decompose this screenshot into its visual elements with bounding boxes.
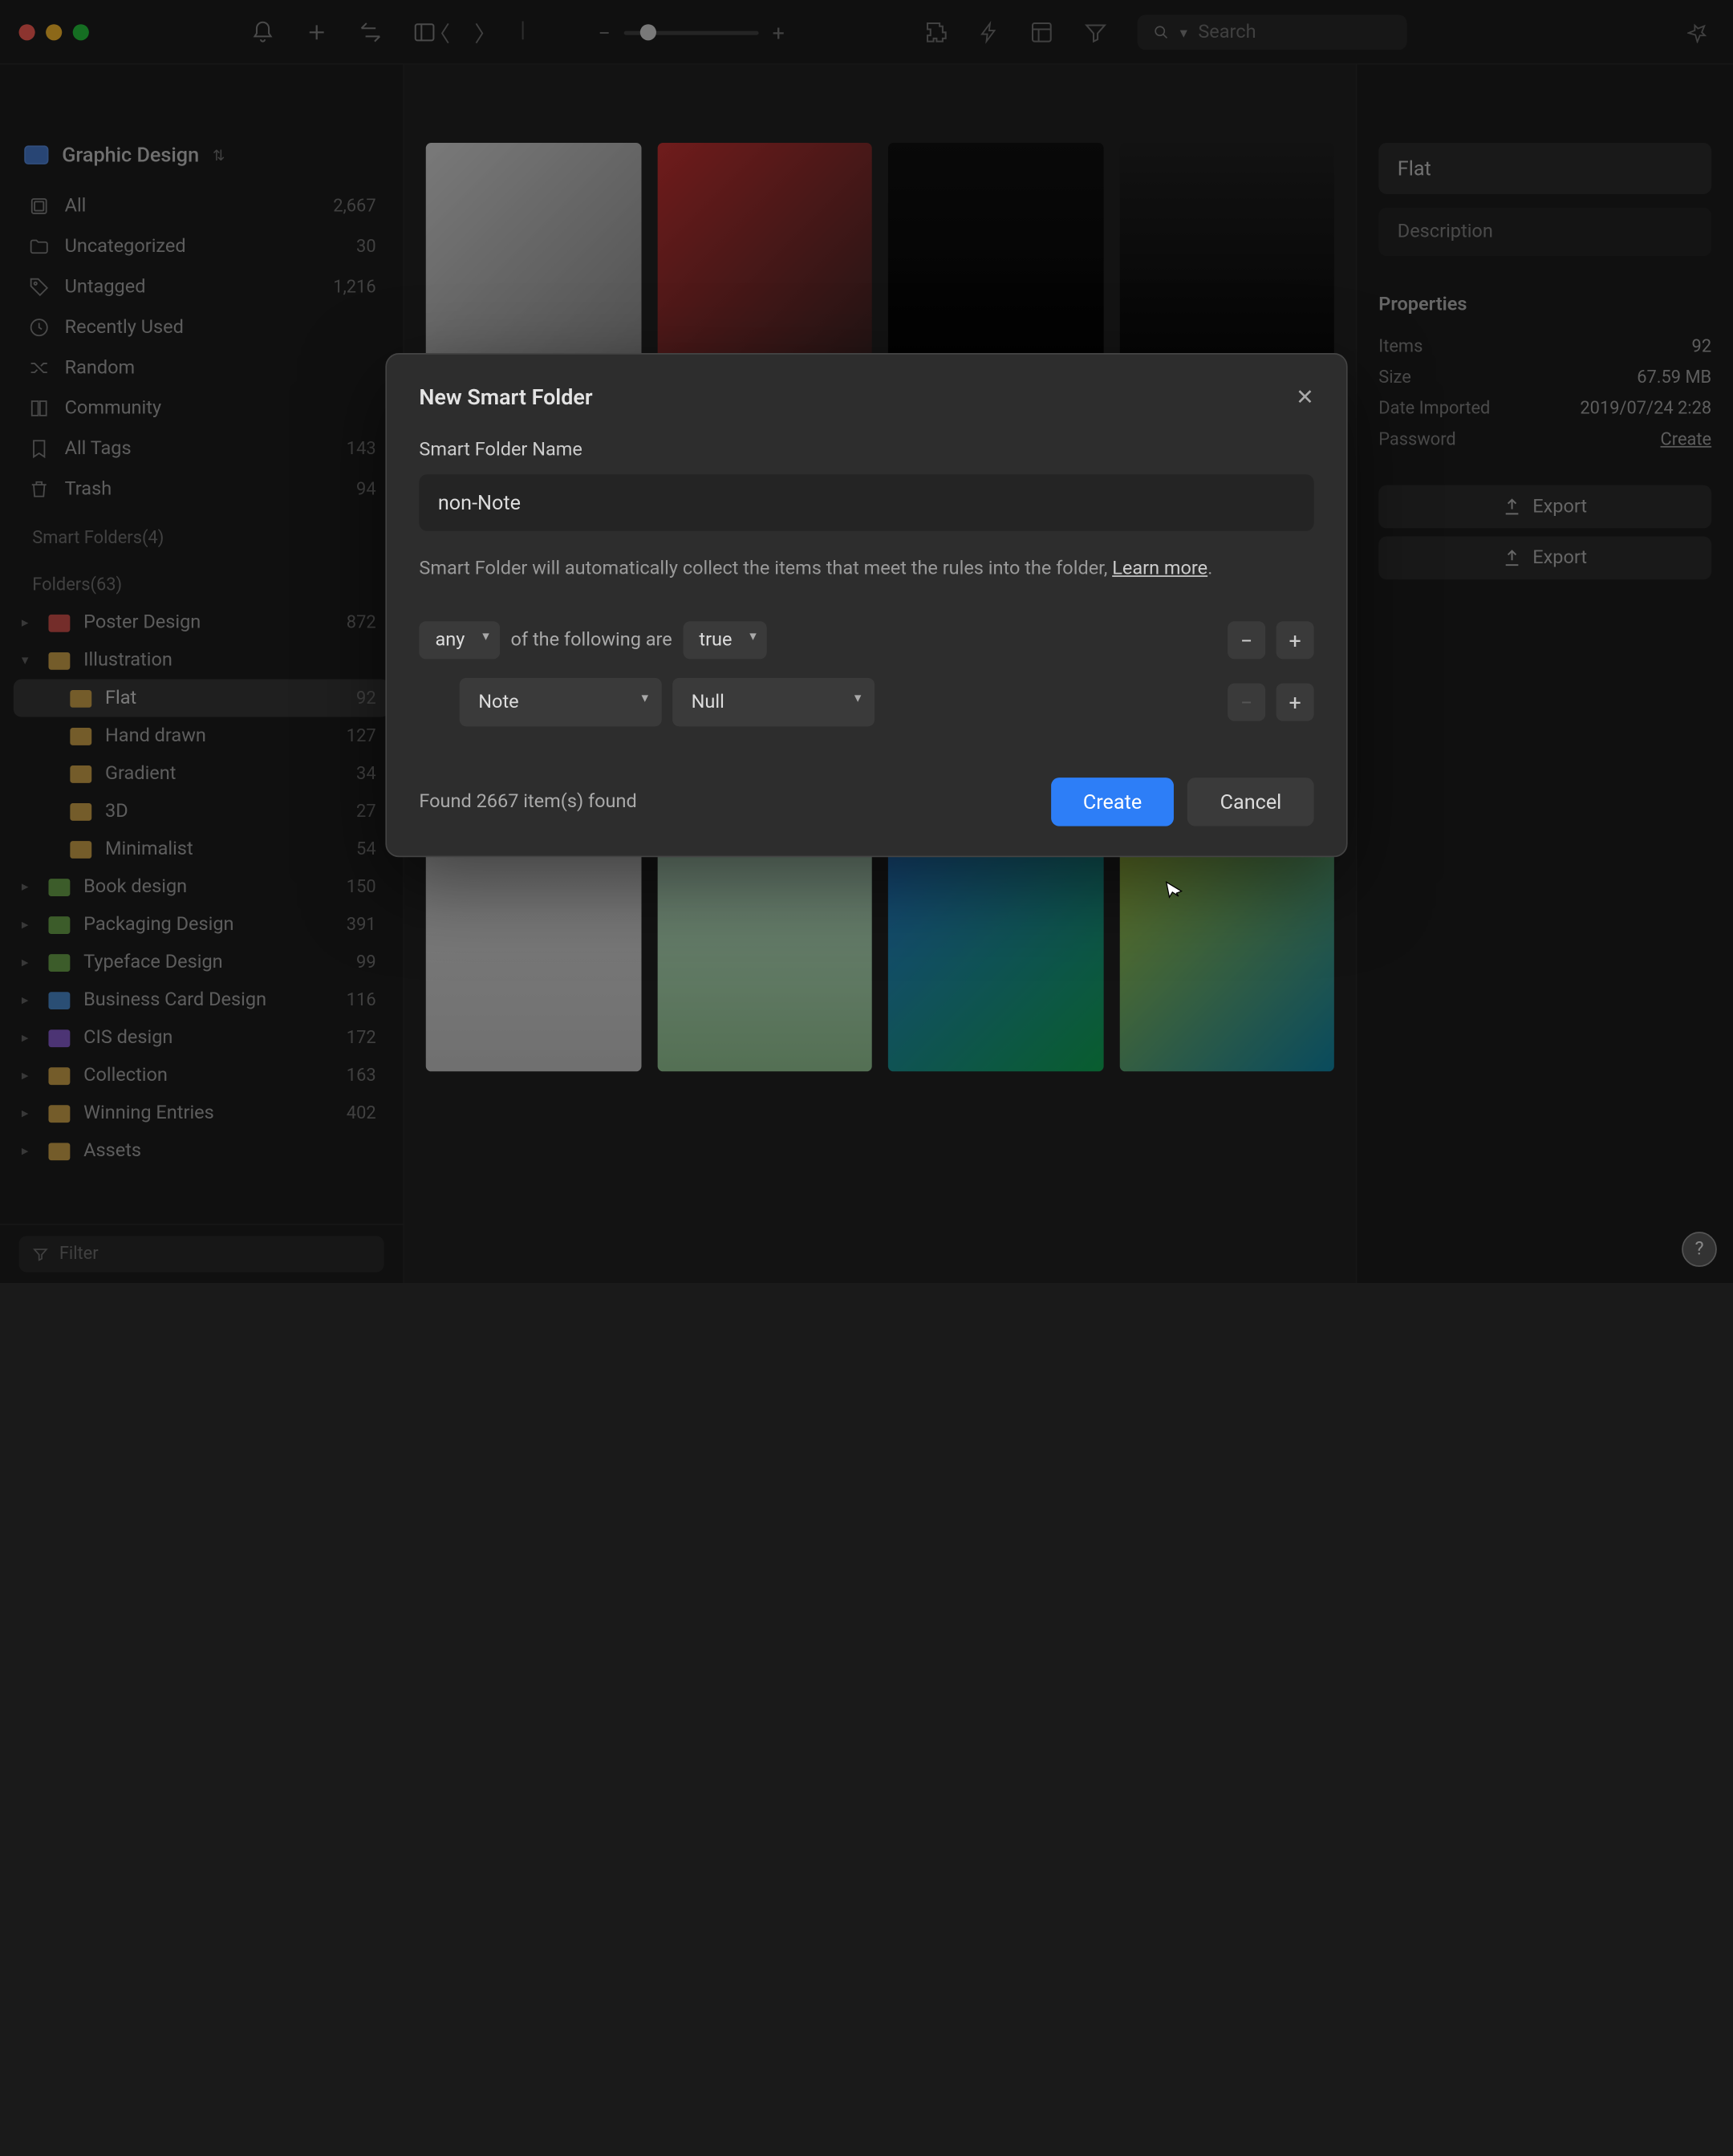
learn-more-link[interactable]: Learn more [1112,558,1207,579]
found-count: Found 2667 item(s) found [419,791,636,813]
rule-group-header: any of the following are true − + [419,621,1313,659]
cancel-button[interactable]: Cancel [1187,778,1313,826]
create-button[interactable]: Create [1051,778,1175,826]
cursor-icon [1160,877,1184,907]
rule-field-select[interactable]: Note [460,678,662,726]
modal-overlay: New Smart Folder ✕ Smart Folder Name Sma… [0,0,1733,1283]
modal-title: New Smart Folder [419,384,592,410]
smart-folder-name-input[interactable] [419,474,1313,531]
help-button[interactable]: ? [1682,1232,1717,1267]
add-rule-button[interactable]: + [1276,684,1314,721]
rule-row: Note Null − + [419,678,1313,726]
modal-hint: Smart Folder will automatically collect … [419,555,1313,583]
match-text: of the following are [511,629,672,651]
rule-value-select[interactable]: Null [672,678,875,726]
add-group-button[interactable]: + [1276,621,1314,659]
match-bool-select[interactable]: true [683,621,767,659]
remove-group-button[interactable]: − [1228,621,1265,659]
new-smart-folder-modal: New Smart Folder ✕ Smart Folder Name Sma… [385,353,1347,857]
name-label: Smart Folder Name [419,440,1313,461]
match-mode-select[interactable]: any [419,621,500,659]
close-icon[interactable]: ✕ [1296,384,1314,410]
remove-rule-button[interactable]: − [1228,684,1265,721]
